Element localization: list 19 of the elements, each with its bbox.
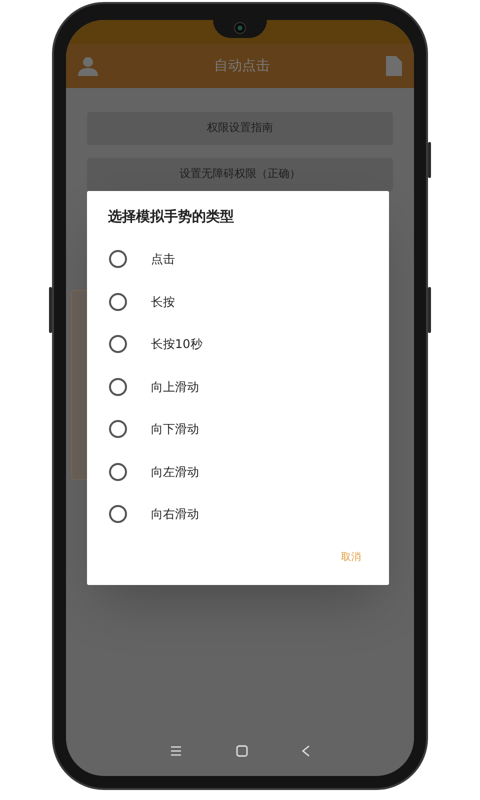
radio-button[interactable]: [109, 462, 127, 481]
option-label[interactable]: 向左滑动: [151, 462, 199, 481]
back-icon[interactable]: [302, 745, 310, 757]
app-title: 自动点击: [214, 56, 270, 76]
option-label[interactable]: 点击: [151, 250, 175, 268]
radio-button[interactable]: [109, 420, 127, 438]
option-label[interactable]: 长按: [151, 292, 175, 311]
dialog-title: 选择模拟手势的类型: [108, 208, 235, 227]
radio-button[interactable]: [109, 292, 127, 311]
option-label[interactable]: 向下滑动: [151, 420, 199, 438]
radio-button[interactable]: [109, 250, 127, 268]
option-label[interactable]: 长按10秒: [151, 335, 202, 354]
radio-button[interactable]: [109, 335, 127, 354]
menu-icon[interactable]: [170, 746, 182, 756]
option-label[interactable]: 向右滑动: [151, 505, 199, 524]
option-label[interactable]: 向上滑动: [151, 378, 199, 396]
radio-button[interactable]: [109, 378, 127, 396]
radio-button[interactable]: [109, 505, 127, 524]
home-icon[interactable]: [236, 745, 248, 757]
